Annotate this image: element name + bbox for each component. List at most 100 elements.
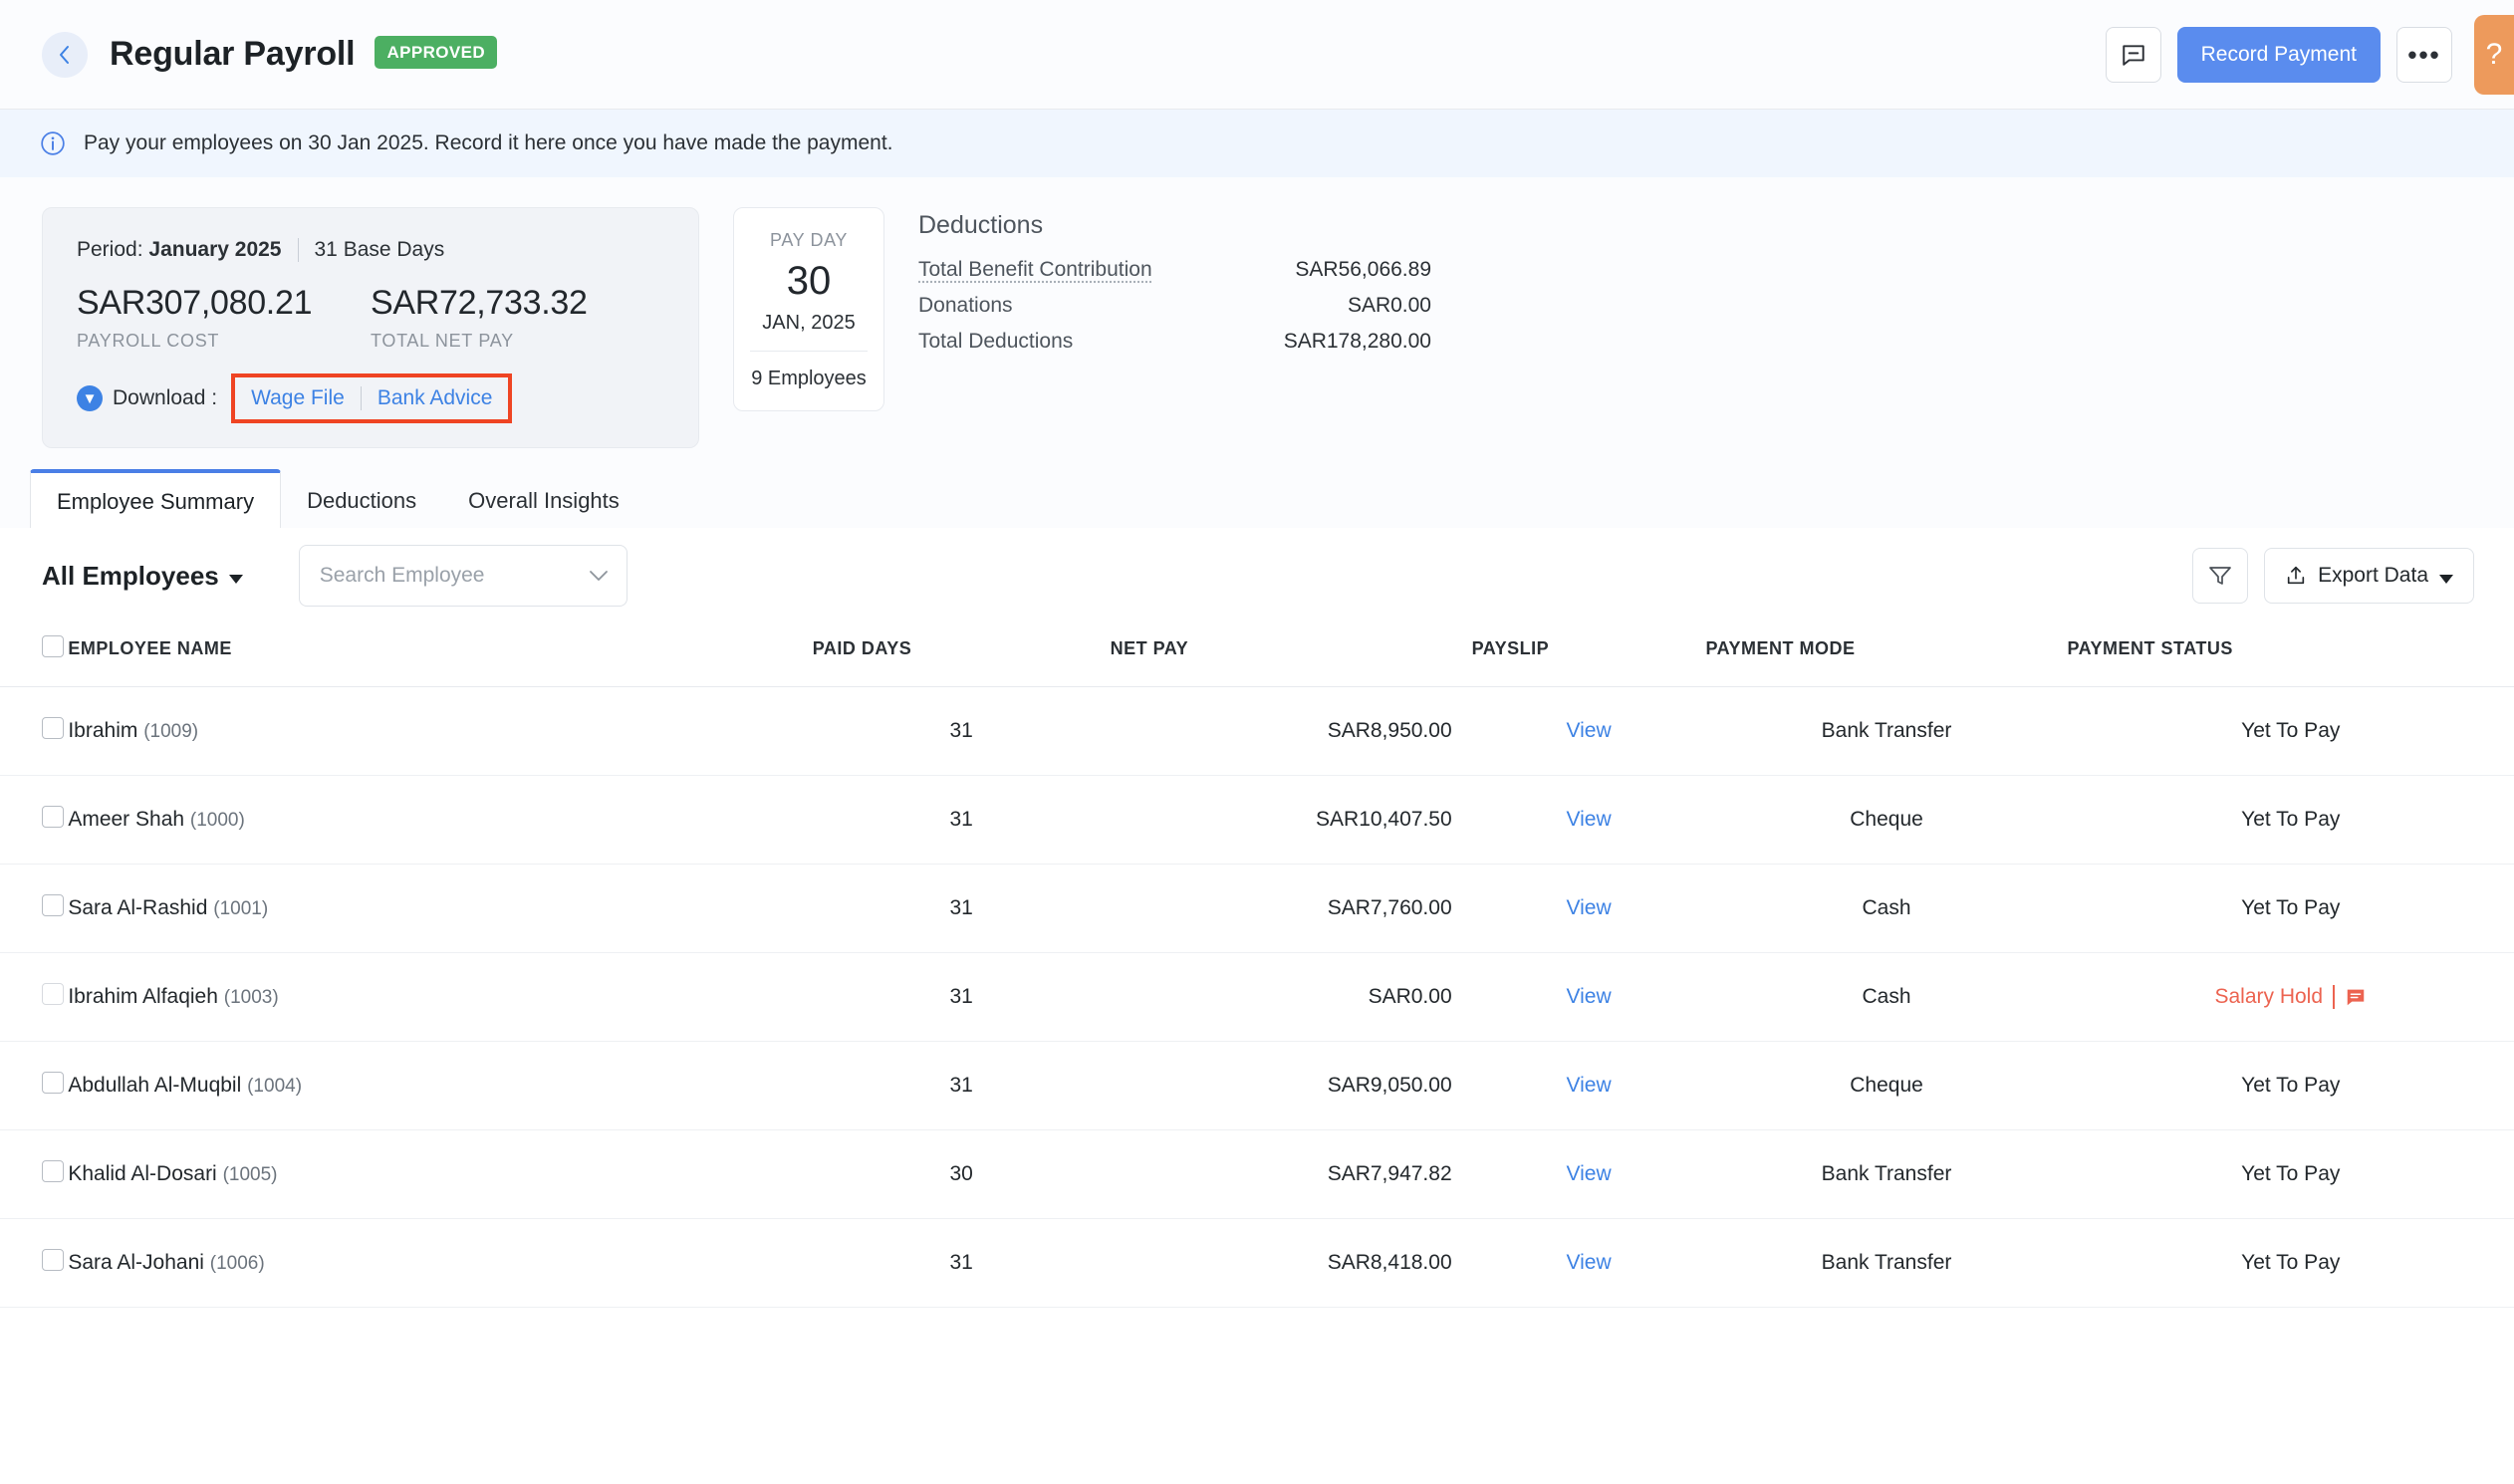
more-options-button[interactable]: ••• <box>2396 27 2452 83</box>
view-payslip-link[interactable]: View <box>1567 1162 1612 1185</box>
row-select-cell <box>0 1129 69 1219</box>
column-net-pay: NET PAY <box>1110 623 1472 687</box>
cell-employee-name: Sara Al-Johani (1006) <box>68 1218 813 1308</box>
info-banner: Pay your employees on 30 Jan 2025. Recor… <box>0 110 2514 177</box>
chevron-down-icon <box>228 574 243 584</box>
cell-net-pay: SAR8,418.00 <box>1110 1218 1472 1308</box>
all-employees-filter[interactable]: All Employees <box>42 561 243 592</box>
search-employee-box[interactable] <box>298 545 628 607</box>
deduction-row: Donations SAR0.00 <box>918 294 1536 318</box>
wage-file-link[interactable]: Wage File <box>251 386 345 410</box>
employee-id: (1003) <box>223 987 279 1008</box>
table-toolbar: All Employees Export Data <box>0 528 2514 623</box>
cell-employee-name: Khalid Al-Dosari (1005) <box>68 1129 813 1219</box>
divider <box>360 386 362 410</box>
payday-day: 30 <box>786 259 832 303</box>
view-payslip-link[interactable]: View <box>1567 808 1612 831</box>
cell-net-pay: SAR10,407.50 <box>1110 775 1472 865</box>
view-payslip-link[interactable]: View <box>1567 896 1612 919</box>
total-net-pay-block: SAR72,733.32 TOTAL NET PAY <box>371 284 664 352</box>
salary-hold-status: Salary Hold <box>2214 985 2367 1009</box>
cell-payment-mode: Bank Transfer <box>1705 1129 2068 1219</box>
cell-payment-status: Yet To Pay <box>2067 864 2514 953</box>
deduction-value: SAR0.00 <box>1347 294 1431 317</box>
period-value: January 2025 <box>148 238 282 261</box>
search-input[interactable] <box>319 564 559 588</box>
row-select-cell <box>0 1218 69 1308</box>
help-button[interactable]: ? <box>2474 15 2514 95</box>
cell-net-pay: SAR7,947.82 <box>1110 1129 1472 1219</box>
row-checkbox[interactable] <box>42 806 64 828</box>
table-row[interactable]: Sara Al-Johani (1006) 31 SAR8,418.00 Vie… <box>0 1218 2514 1308</box>
row-checkbox[interactable] <box>42 1072 64 1094</box>
employee-name: Ibrahim <box>68 719 138 742</box>
view-payslip-link[interactable]: View <box>1567 1251 1612 1274</box>
select-all-header <box>0 623 69 687</box>
cell-payment-mode: Cheque <box>1705 775 2068 865</box>
chevron-left-icon <box>60 45 69 64</box>
amounts-row: SAR307,080.21 PAYROLL COST SAR72,733.32 … <box>77 284 664 352</box>
cell-payment-status: Yet To Pay <box>2067 1218 2514 1308</box>
all-employees-label: All Employees <box>42 560 219 591</box>
cell-net-pay: SAR8,950.00 <box>1110 686 1472 776</box>
bank-advice-link[interactable]: Bank Advice <box>377 386 493 410</box>
total-net-pay-label: TOTAL NET PAY <box>371 331 514 351</box>
row-checkbox[interactable] <box>42 717 64 739</box>
divider <box>297 238 299 262</box>
column-payment-mode: PAYMENT MODE <box>1705 623 2068 687</box>
cell-payment-mode: Cash <box>1705 864 2068 953</box>
row-checkbox[interactable] <box>42 1249 64 1271</box>
back-button[interactable] <box>42 31 88 78</box>
status-badge: APPROVED <box>375 36 498 69</box>
cell-paid-days: 31 <box>812 1218 1111 1308</box>
column-paid-days: PAID DAYS <box>812 623 1111 687</box>
view-payslip-link[interactable]: View <box>1567 985 1612 1008</box>
table-row[interactable]: Khalid Al-Dosari (1005) 30 SAR7,947.82 V… <box>0 1129 2514 1219</box>
download-row: ▼ Download : Wage File Bank Advice <box>77 373 664 423</box>
select-all-checkbox[interactable] <box>42 635 64 657</box>
comment-button[interactable] <box>2105 27 2161 83</box>
divider <box>750 351 868 352</box>
cell-payslip: View <box>1471 1041 1706 1130</box>
cell-payslip: View <box>1471 1218 1706 1308</box>
employee-name: Khalid Al-Dosari <box>68 1162 217 1185</box>
payroll-cost-label: PAYROLL COST <box>77 331 220 351</box>
employee-name: Abdullah Al-Muqbil <box>68 1074 242 1097</box>
cell-payment-status: Salary Hold <box>2067 952 2514 1042</box>
view-payslip-link[interactable]: View <box>1567 1074 1612 1097</box>
download-icon: ▼ <box>77 385 103 411</box>
table-header: EMPLOYEE NAME PAID DAYS NET PAY PAYSLIP … <box>0 623 2514 687</box>
table-row[interactable]: Abdullah Al-Muqbil (1004) 31 SAR9,050.00… <box>0 1041 2514 1130</box>
table-row[interactable]: Ibrahim (1009) 31 SAR8,950.00 View Bank … <box>0 686 2514 776</box>
employee-id: (1005) <box>222 1164 278 1185</box>
cell-net-pay: SAR7,760.00 <box>1110 864 1472 953</box>
column-payment-status: PAYMENT STATUS <box>2067 623 2514 687</box>
table-row[interactable]: Ibrahim Alfaqieh (1003) 31 SAR0.00 View … <box>0 952 2514 1042</box>
row-checkbox[interactable] <box>42 1160 64 1182</box>
cell-payslip: View <box>1471 686 1706 776</box>
table-row[interactable]: Sara Al-Rashid (1001) 31 SAR7,760.00 Vie… <box>0 864 2514 953</box>
row-checkbox[interactable] <box>42 983 64 1005</box>
payroll-cost-value: SAR307,080.21 <box>77 284 313 322</box>
view-payslip-link[interactable]: View <box>1567 719 1612 742</box>
filter-button[interactable] <box>2192 548 2249 604</box>
chevron-down-icon <box>2439 574 2453 584</box>
employee-id: (1009) <box>143 721 199 742</box>
comment-icon[interactable] <box>2345 986 2367 1008</box>
cell-employee-name: Abdullah Al-Muqbil (1004) <box>68 1041 813 1130</box>
tab-overall-insights[interactable]: Overall Insights <box>442 490 645 528</box>
record-payment-button[interactable]: Record Payment <box>2176 27 2381 83</box>
row-checkbox[interactable] <box>42 894 64 916</box>
payday-card: PAY DAY 30 JAN, 2025 9 Employees <box>733 207 884 411</box>
deduction-name: Total Deductions <box>918 330 1074 353</box>
table-body: Ibrahim (1009) 31 SAR8,950.00 View Bank … <box>0 686 2514 1308</box>
employee-name: Sara Al-Johani <box>68 1251 204 1274</box>
upload-icon <box>2287 566 2305 585</box>
export-data-button[interactable]: Export Data <box>2264 548 2474 604</box>
deduction-name[interactable]: Total Benefit Contribution <box>918 258 1192 282</box>
payroll-cost-block: SAR307,080.21 PAYROLL COST <box>77 284 371 352</box>
tab-employee-summary[interactable]: Employee Summary <box>30 469 282 529</box>
row-select-cell <box>0 686 69 776</box>
table-row[interactable]: Ameer Shah (1000) 31 SAR10,407.50 View C… <box>0 775 2514 865</box>
tab-deductions[interactable]: Deductions <box>281 490 442 528</box>
